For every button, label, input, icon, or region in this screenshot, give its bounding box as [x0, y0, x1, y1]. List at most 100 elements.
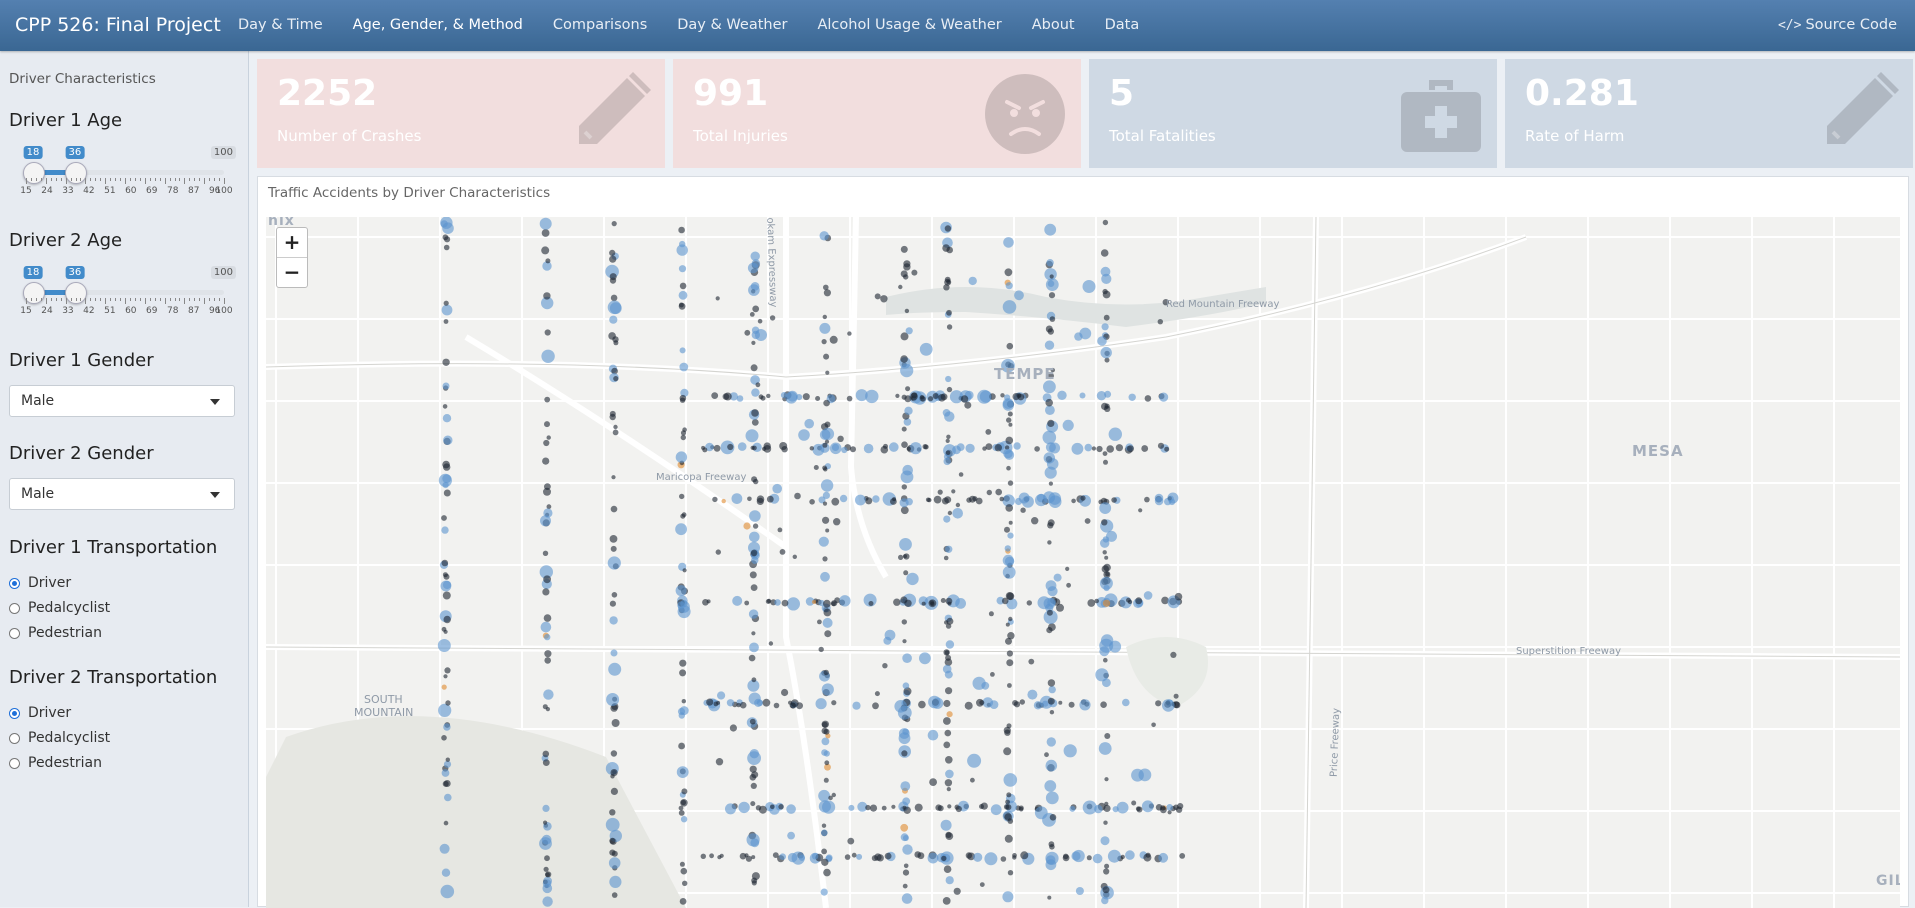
crash-point[interactable]	[611, 592, 618, 598]
crash-point[interactable]	[438, 703, 452, 717]
crash-point[interactable]	[787, 831, 795, 840]
crash-point[interactable]	[965, 852, 973, 859]
crash-point[interactable]	[946, 386, 953, 393]
crash-point[interactable]	[785, 391, 798, 404]
crash-point[interactable]	[1177, 803, 1184, 810]
crash-point[interactable]	[932, 393, 939, 399]
crash-point[interactable]	[1006, 342, 1014, 350]
crash-point[interactable]	[945, 450, 951, 456]
crash-point[interactable]	[1157, 319, 1163, 325]
crash-point[interactable]	[610, 787, 618, 796]
tab-about[interactable]: About	[1017, 0, 1090, 51]
crash-point[interactable]	[1071, 851, 1081, 861]
crash-point[interactable]	[1034, 806, 1048, 820]
crash-point[interactable]	[1104, 777, 1109, 782]
crash-point[interactable]	[821, 848, 827, 855]
crash-point[interactable]	[847, 331, 852, 336]
crash-point[interactable]	[440, 217, 453, 229]
crash-point[interactable]	[1111, 497, 1117, 503]
crash-point[interactable]	[1045, 398, 1053, 407]
crash-point[interactable]	[607, 556, 621, 570]
crash-point[interactable]	[1008, 520, 1013, 525]
crash-point[interactable]	[1047, 540, 1052, 545]
crash-point[interactable]	[1006, 792, 1012, 798]
crash-point[interactable]	[946, 434, 951, 439]
crash-point[interactable]	[610, 649, 618, 657]
crash-point[interactable]	[676, 766, 689, 778]
crash-point[interactable]	[444, 793, 452, 802]
crash-point[interactable]	[1042, 700, 1049, 707]
crash-point[interactable]	[766, 393, 771, 399]
crash-point[interactable]	[729, 724, 737, 732]
crash-point[interactable]	[945, 654, 952, 661]
driver2-gender-select[interactable]: Male	[9, 478, 235, 510]
crash-point[interactable]	[809, 446, 814, 451]
crash-point[interactable]	[544, 329, 551, 336]
crash-point[interactable]	[880, 295, 888, 303]
crash-point[interactable]	[882, 663, 888, 669]
crash-point[interactable]	[749, 774, 757, 781]
crash-point[interactable]	[1087, 599, 1096, 607]
crash-point[interactable]	[613, 376, 619, 382]
crash-point[interactable]	[1046, 609, 1053, 616]
crash-point[interactable]	[942, 664, 952, 674]
crash-point[interactable]	[605, 817, 620, 832]
crash-point[interactable]	[675, 585, 687, 597]
crash-point[interactable]	[831, 497, 840, 506]
crash-point[interactable]	[945, 756, 953, 764]
crash-point[interactable]	[904, 406, 913, 415]
crash-point[interactable]	[609, 535, 618, 543]
crash-point[interactable]	[443, 489, 451, 497]
crash-point[interactable]	[1122, 698, 1130, 707]
crash-point[interactable]	[822, 314, 827, 320]
crash-point[interactable]	[1049, 274, 1054, 279]
crash-point[interactable]	[747, 496, 752, 502]
crash-point[interactable]	[1108, 427, 1122, 441]
crash-point[interactable]	[1020, 851, 1029, 860]
crash-point[interactable]	[1084, 518, 1091, 524]
crash-point[interactable]	[721, 498, 726, 504]
crash-point[interactable]	[1128, 393, 1136, 401]
crash-point[interactable]	[1012, 853, 1017, 858]
crash-point[interactable]	[902, 728, 909, 735]
crash-point[interactable]	[820, 479, 834, 492]
crash-point[interactable]	[680, 799, 687, 806]
crash-point[interactable]	[943, 649, 950, 656]
crash-point[interactable]	[770, 804, 775, 810]
crash-point[interactable]	[1045, 791, 1059, 805]
crash-point[interactable]	[1006, 650, 1014, 657]
crash-point[interactable]	[751, 476, 758, 483]
crash-point[interactable]	[1173, 701, 1181, 709]
crash-point[interactable]	[1136, 806, 1143, 813]
crash-point[interactable]	[751, 340, 756, 345]
crash-point[interactable]	[1005, 436, 1014, 445]
crash-point[interactable]	[543, 575, 551, 584]
crash-point[interactable]	[914, 803, 923, 812]
crash-point[interactable]	[443, 435, 453, 445]
crash-point[interactable]	[773, 702, 780, 709]
crash-point[interactable]	[848, 804, 855, 811]
crash-point[interactable]	[542, 883, 553, 894]
crash-point[interactable]	[544, 855, 550, 862]
crash-point[interactable]	[443, 319, 449, 324]
crash-point[interactable]	[443, 723, 451, 731]
crash-point[interactable]	[1086, 855, 1092, 861]
crash-point[interactable]	[608, 662, 622, 676]
crash-point[interactable]	[1104, 357, 1110, 363]
crash-point[interactable]	[1045, 580, 1057, 591]
crash-point[interactable]	[946, 246, 953, 254]
crash-point[interactable]	[1005, 504, 1013, 512]
crash-point[interactable]	[1004, 834, 1013, 843]
crash-point[interactable]	[781, 599, 789, 607]
crash-point[interactable]	[1075, 887, 1084, 895]
crash-point[interactable]	[751, 259, 761, 268]
crash-point[interactable]	[1143, 591, 1153, 600]
crash-point[interactable]	[1062, 419, 1074, 431]
crash-point[interactable]	[610, 505, 618, 513]
crash-point[interactable]	[682, 568, 687, 573]
crash-point[interactable]	[1115, 444, 1123, 452]
crash-point[interactable]	[824, 630, 832, 638]
crash-point[interactable]	[1044, 466, 1057, 479]
crash-point[interactable]	[953, 887, 961, 895]
crash-point[interactable]	[940, 598, 946, 603]
